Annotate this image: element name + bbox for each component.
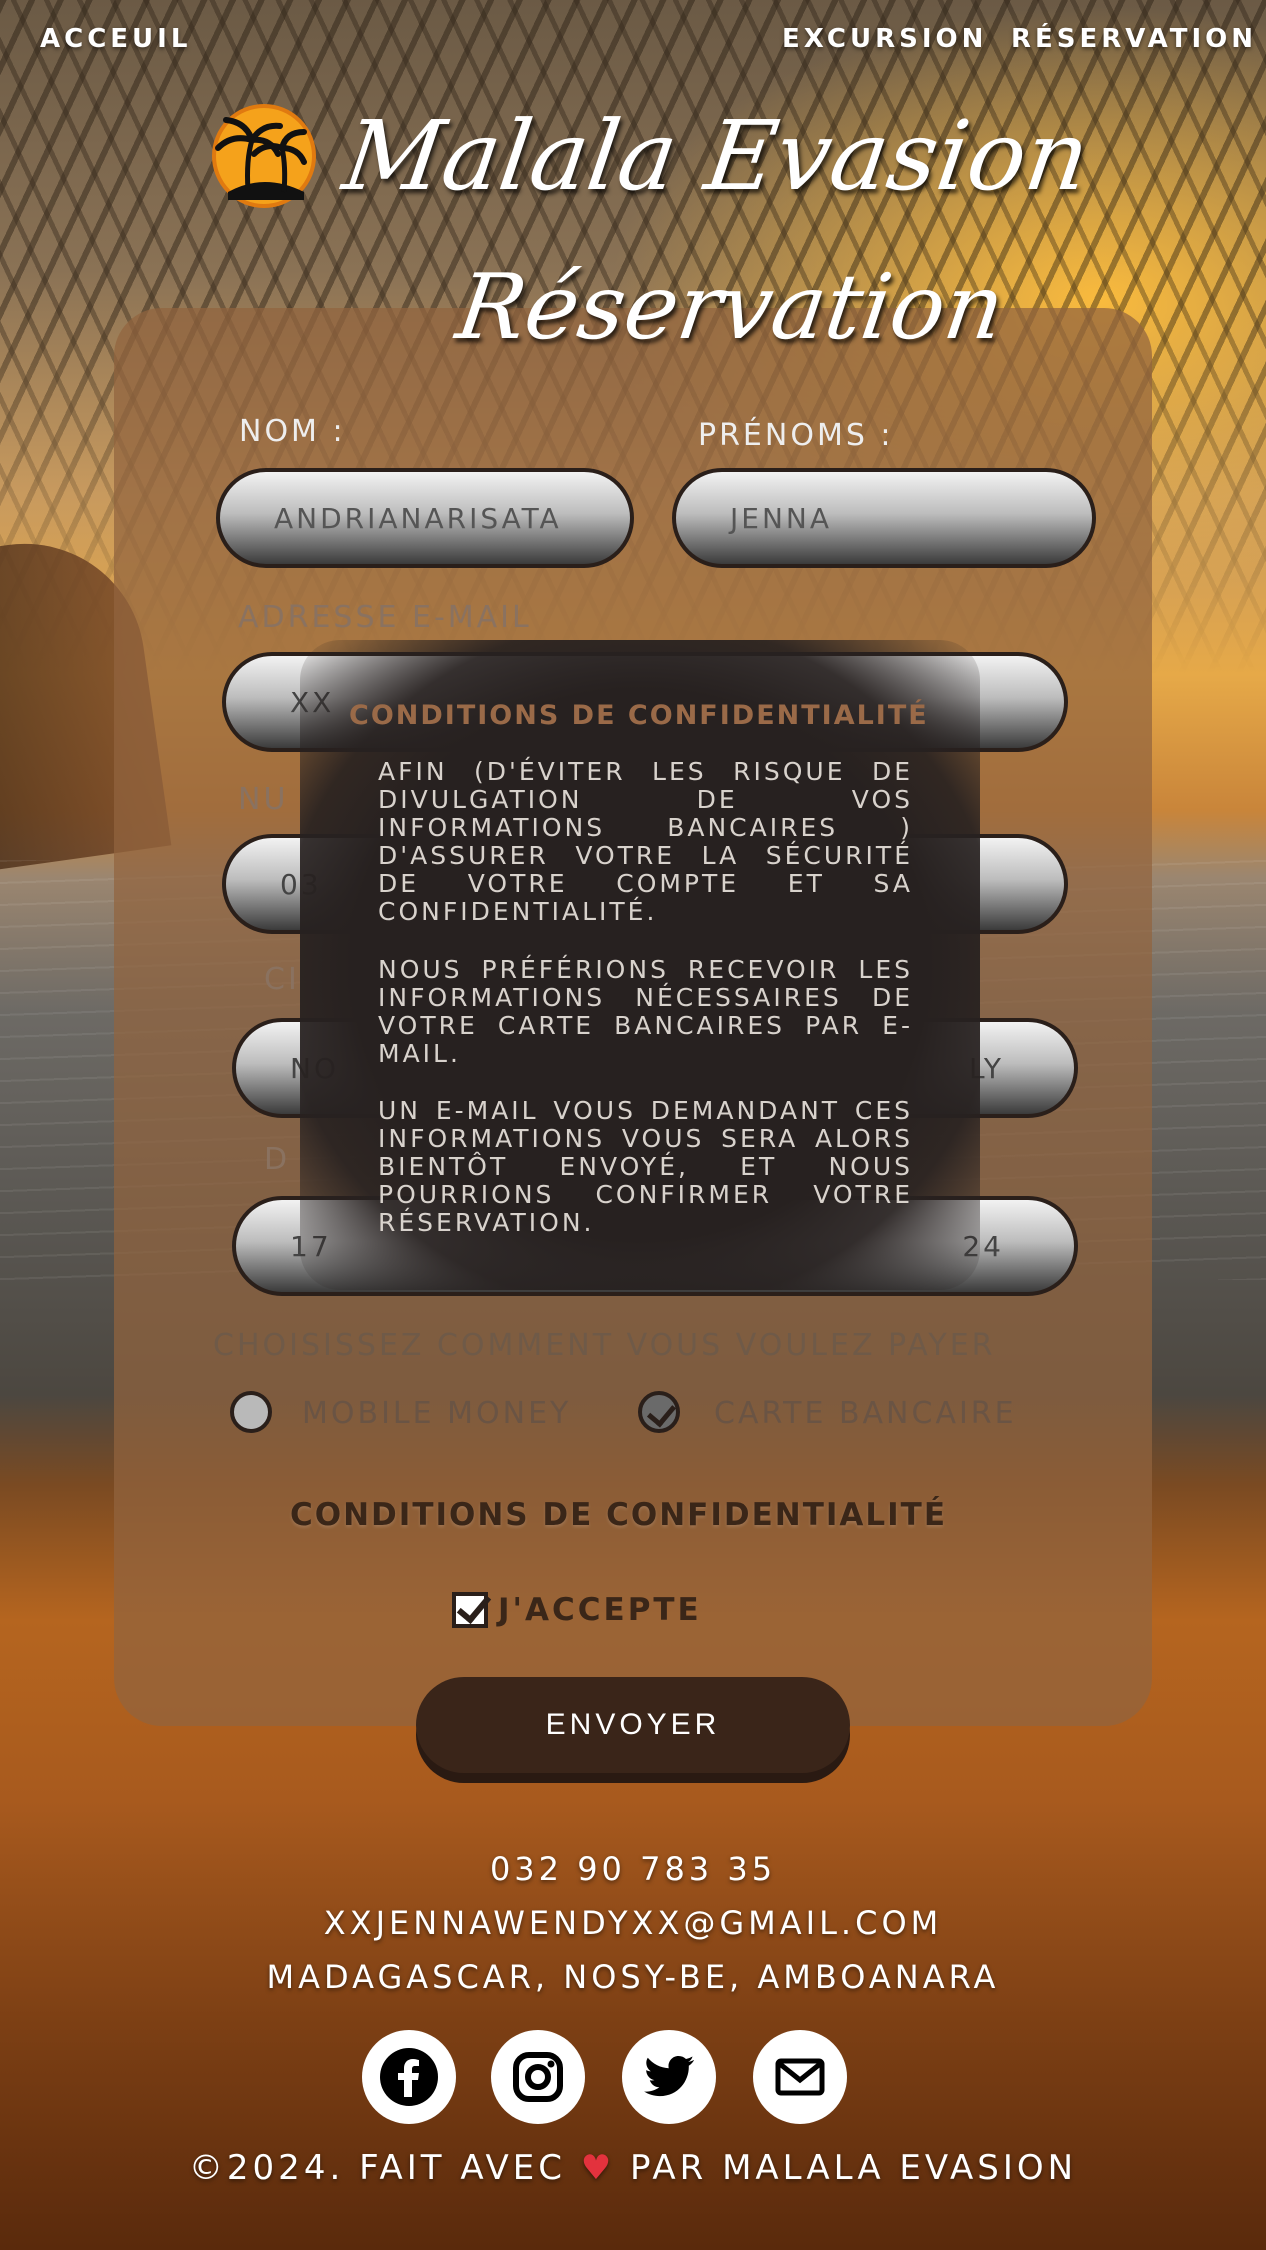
footer-address: MADAGASCAR, NOSY-BE, AMBOANARA (266, 1958, 1000, 1996)
privacy-conditions-link[interactable]: CONDITIONS DE CONFIDENTIALITÉ (290, 1497, 947, 1533)
phone-label: NU (238, 782, 289, 817)
copyright-before: ©2024. FAIT AVEC (188, 2148, 566, 2188)
credit-card-label[interactable]: CARTE BANCAIRE (714, 1396, 1017, 1431)
prenoms-input[interactable]: JENNA (672, 468, 1096, 568)
credit-card-radio[interactable] (638, 1391, 680, 1433)
submit-button[interactable]: ENVOYER (416, 1677, 850, 1773)
modal-title: CONDITIONS DE CONFIDENTIALITÉ (349, 700, 929, 731)
brand-logo (200, 100, 322, 212)
page-title: Réservation (450, 255, 1011, 360)
nav-link-home[interactable]: ACCEUIL (40, 24, 191, 54)
prenoms-label: PRÉNOMS : (698, 418, 894, 453)
modal-paragraph-2: NOUS PRÉFÉRIONS RECEVOIR LES INFORMATION… (378, 955, 913, 1068)
instagram-icon[interactable] (491, 2030, 585, 2124)
payment-question: CHOISISSEZ COMMENT VOUS VOULEZ PAYER (213, 1328, 996, 1363)
brand-name: Malala Evasion (337, 100, 1096, 212)
date-label: D (264, 1142, 291, 1177)
mail-icon[interactable] (753, 2030, 847, 2124)
footer-email[interactable]: XXJENNAWENDYXX@GMAIL.COM (0, 1904, 1266, 1942)
footer-phone: 032 90 783 35 (489, 1850, 777, 1888)
facebook-icon[interactable] (362, 2030, 456, 2124)
twitter-icon[interactable] (622, 2030, 716, 2124)
nav-link-excursion[interactable]: EXCURSION (782, 24, 987, 54)
copyright-after: PAR MALALA EVASION (630, 2148, 1078, 2188)
modal-paragraph-3: UN E-MAIL VOUS DEMANDANT CES INFORMATION… (378, 1096, 913, 1237)
circuit-label: CI (264, 962, 300, 997)
modal-paragraph-1: AFIN (D'ÉVITER LES RISQUE DE DIVULGATION… (378, 757, 913, 926)
email-label: ADRESSE E-MAIL (238, 600, 532, 635)
nom-label: NOM : (239, 414, 346, 449)
privacy-conditions-modal: CONDITIONS DE CONFIDENTIALITÉ AFIN (D'ÉV… (300, 640, 980, 1290)
nav-link-reservation[interactable]: RÉSERVATION (1011, 24, 1257, 54)
accept-checkbox[interactable] (452, 1592, 488, 1628)
mobile-money-label[interactable]: MOBILE MONEY (302, 1396, 571, 1431)
heart-icon: ♥ (580, 2148, 616, 2188)
accept-label[interactable]: J'ACCEPTE (498, 1592, 702, 1628)
copyright: ©2024. FAIT AVEC ♥ PAR MALALA EVASION (0, 2148, 1266, 2188)
nom-input[interactable]: ANDRIANARISATA (216, 468, 634, 568)
top-nav: ACCEUIL EXCURSION RÉSERVATION (0, 24, 1266, 64)
mobile-money-radio[interactable] (230, 1391, 272, 1433)
